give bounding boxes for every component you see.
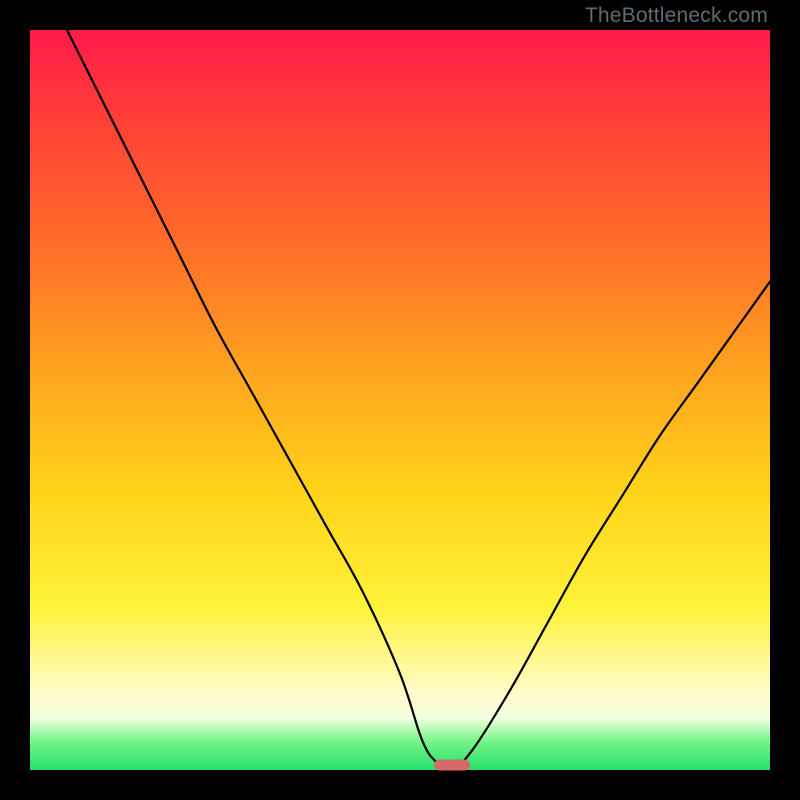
plot-area [30, 30, 770, 770]
chart-frame: TheBottleneck.com [0, 0, 800, 800]
attribution-text: TheBottleneck.com [585, 4, 768, 28]
minimum-marker [434, 760, 470, 771]
bottleneck-curve [30, 30, 770, 770]
